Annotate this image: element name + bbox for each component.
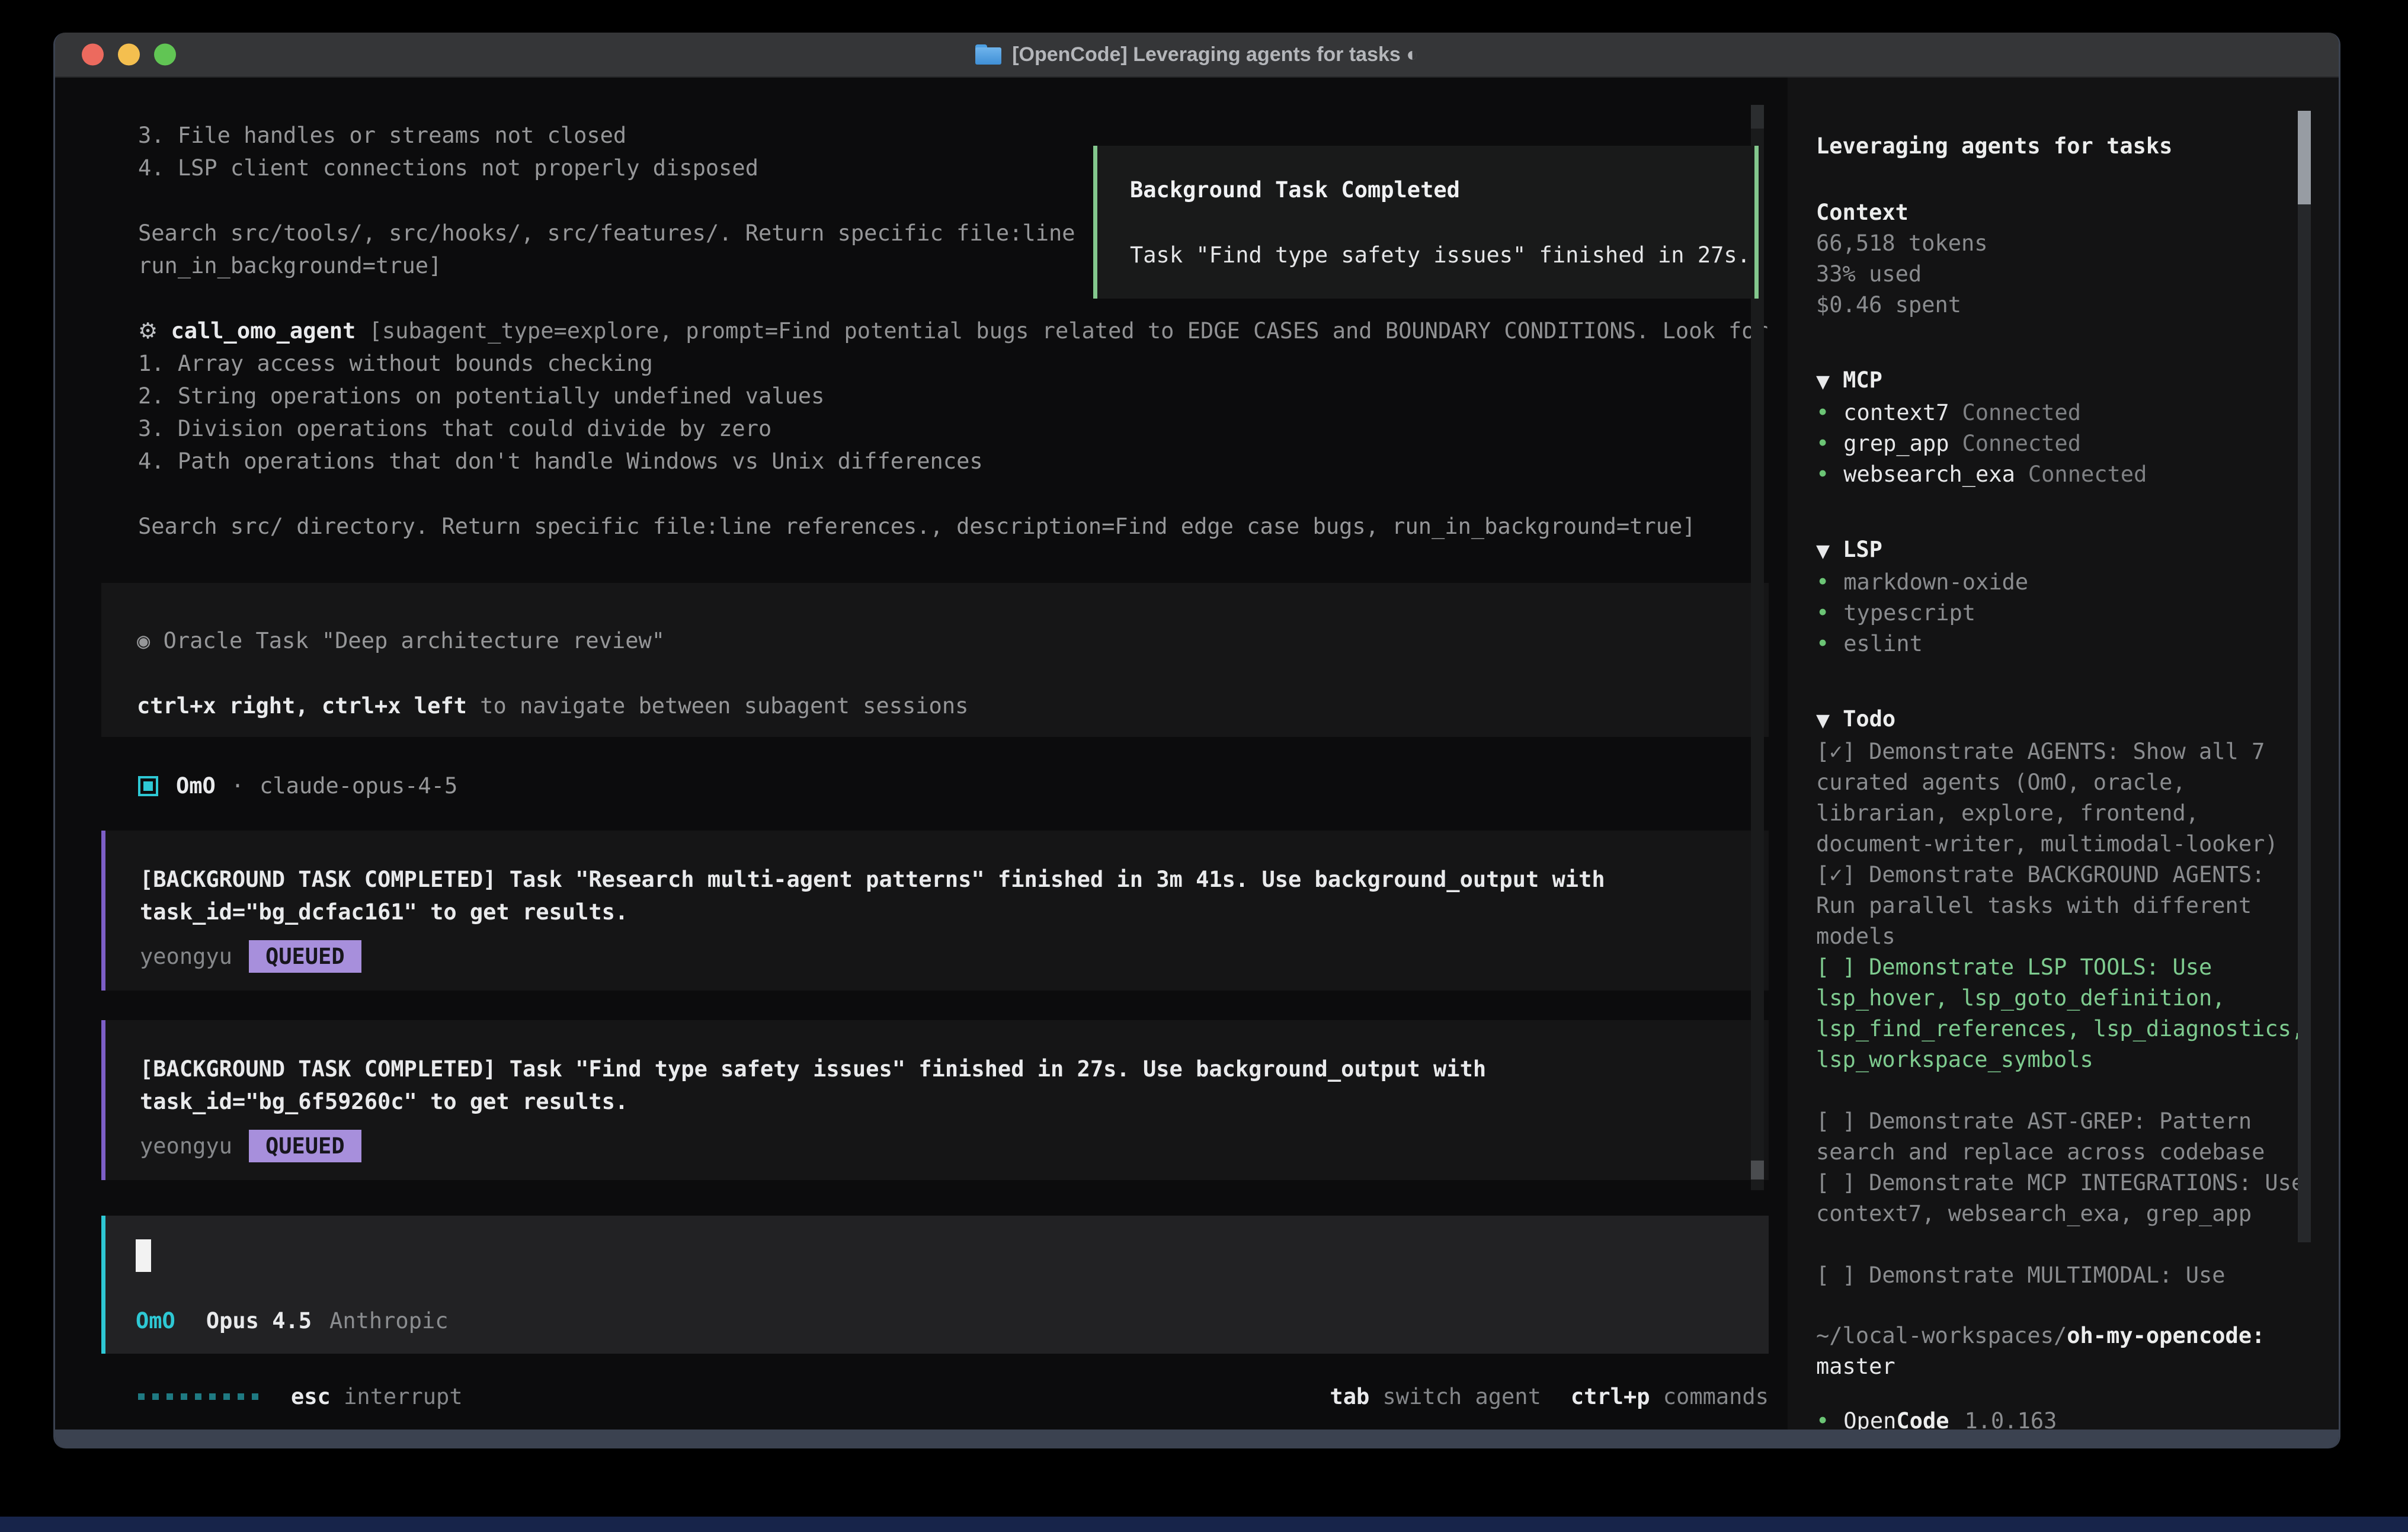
message-line: task_id="bg_6f59260c" to get results. <box>140 1085 1733 1118</box>
message-line: task_id="bg_dcfac161" to get results. <box>140 896 1733 928</box>
sidebar-scrollbar[interactable] <box>2298 111 2311 1242</box>
todo-item: [ ] Demonstrate LSP TOOLS: Use lsp_hover… <box>1816 952 2311 1075</box>
status-bar: esc interrupt tab switch agent ctrl+p co… <box>101 1380 1769 1413</box>
session-sidebar: Leveraging agents for tasks Context 66,5… <box>1788 78 2339 1430</box>
status-dot-icon: • <box>1816 567 1829 598</box>
queued-badge: QUEUED <box>249 1130 361 1162</box>
status-dot-icon: • <box>1816 428 1829 459</box>
status-dot-icon: • <box>1816 629 1829 659</box>
chevron-down-icon: ▼ <box>1816 371 1830 392</box>
mcp-header[interactable]: ▼MCP <box>1816 365 2311 398</box>
todo-item: [✓] Demonstrate AGENTS: Show all 7 curat… <box>1816 736 2311 860</box>
mcp-item: • grep_app Connected <box>1816 428 2311 459</box>
title-bar: [OpenCode] Leveraging agents for tasks ◐ <box>55 33 2339 78</box>
git-branch: master <box>1816 1354 1895 1379</box>
background-task-message: [BACKGROUND TASK COMPLETED] Task "Resear… <box>101 831 1769 991</box>
context-used: 33% used <box>1816 259 2311 290</box>
message-line: [BACKGROUND TASK COMPLETED] Task "Resear… <box>140 863 1733 896</box>
background-task-message: [BACKGROUND TASK COMPLETED] Task "Find t… <box>101 1020 1769 1180</box>
tab-hint: tab switch agent <box>1330 1380 1541 1413</box>
input-agent-name: OmO <box>136 1305 175 1337</box>
todo-header[interactable]: ▼Todo <box>1816 704 2311 736</box>
close-button[interactable] <box>82 44 104 66</box>
chevron-down-icon: ▼ <box>1816 710 1830 731</box>
lsp-item: • markdown-oxide <box>1816 567 2311 598</box>
agent-checkbox-icon <box>138 776 158 796</box>
mcp-item: • context7 Connected <box>1816 398 2311 428</box>
message-author: yeongyu <box>140 1130 232 1162</box>
agent-name: OmO <box>176 770 216 802</box>
toast-title: Background Task Completed <box>1130 174 1731 206</box>
main-scrollbar-segment <box>1751 105 1764 129</box>
status-dot-icon: • <box>1816 398 1829 428</box>
bug-list-item: 4. Path operations that don't handle Win… <box>101 445 1769 477</box>
input-provider-name: Anthropic <box>329 1305 448 1337</box>
version-number: 1.0.163 <box>1965 1406 2057 1430</box>
todo-item: [ ] Demonstrate MCP INTEGRATIONS: Use co… <box>1816 1168 2311 1229</box>
background-task-toast: Background Task Completed Task "Find typ… <box>1093 146 1759 299</box>
oracle-task-line: ◉ Oracle Task "Deep architecture review" <box>137 624 1733 657</box>
minimize-button[interactable] <box>118 44 140 66</box>
sidebar-scrollbar-thumb[interactable] <box>2298 111 2311 204</box>
version-row: • OpenCode 1.0.163 <box>1816 1406 2311 1430</box>
toast-body: Task "Find type safety issues" finished … <box>1130 239 1731 271</box>
todo-item: [ ] Demonstrate MULTIMODAL: Use <box>1816 1260 2311 1291</box>
input-model-name: Opus 4.5 <box>206 1305 312 1337</box>
mcp-section: ▼MCP • context7 Connected • grep_app Con… <box>1816 365 2311 490</box>
oracle-task-panel: ◉ Oracle Task "Deep architecture review"… <box>101 583 1769 737</box>
context-spent: $0.46 spent <box>1816 290 2311 320</box>
opencode-window: [OpenCode] Leveraging agents for tasks ◐… <box>53 33 2340 1448</box>
dot-separator: · <box>231 770 244 802</box>
status-dot-icon: • <box>1816 459 1829 490</box>
workspace-path: ~/local-workspaces/oh-my-opencode: maste… <box>1816 1321 2311 1382</box>
folder-icon <box>975 44 1001 65</box>
prompt-input[interactable]: OmO Opus 4.5 Anthropic <box>101 1216 1769 1354</box>
bug-list-item: 2. String operations on potentially unde… <box>101 380 1769 412</box>
message-author: yeongyu <box>140 940 232 973</box>
desktop-background-strip <box>0 1517 2408 1532</box>
working-spinner-dots <box>138 1393 258 1400</box>
bug-list-item: 3. Division operations that could divide… <box>101 412 1769 445</box>
chevron-down-icon: ▼ <box>1816 541 1830 562</box>
tool-name: call_omo_agent <box>171 318 356 344</box>
mcp-item: • websearch_exa Connected <box>1816 459 2311 490</box>
bullseye-icon: ◉ <box>137 628 150 653</box>
context-header: Context <box>1816 197 2311 228</box>
session-title: Leveraging agents for tasks <box>1816 131 2311 162</box>
title-group: [OpenCode] Leveraging agents for tasks ◐ <box>975 43 1418 66</box>
window-bottom-edge <box>55 1430 2339 1448</box>
lsp-item: • eslint <box>1816 629 2311 659</box>
lsp-item: • typescript <box>1816 598 2311 629</box>
tool-args: [subagent_type=explore, prompt=Find pote… <box>356 318 1768 344</box>
agent-model: claude-opus-4-5 <box>260 770 457 802</box>
commands-hint: ctrl+p commands <box>1571 1380 1769 1413</box>
subagent-nav-hint: ctrl+x right, ctrl+x left to navigate be… <box>137 690 1733 722</box>
status-dot-icon: • <box>1816 598 1829 629</box>
output-line: Search src/ directory. Return specific f… <box>101 510 1769 543</box>
context-section: Context 66,518 tokens 33% used $0.46 spe… <box>1816 197 2311 320</box>
agent-session-row[interactable]: OmO · claude-opus-4-5 <box>101 770 1769 802</box>
gear-icon: ⚙ <box>138 318 158 344</box>
esc-hint: esc interrupt <box>291 1380 463 1413</box>
window-title: [OpenCode] Leveraging agents for tasks ◐ <box>1012 43 1418 66</box>
tool-call-line: ⚙ call_omo_agent [subagent_type=explore,… <box>101 315 1769 347</box>
traffic-lights <box>82 44 176 66</box>
zoom-button[interactable] <box>154 44 176 66</box>
todo-item: [✓] Demonstrate BACKGROUND AGENTS: Run p… <box>1816 860 2311 952</box>
queued-badge: QUEUED <box>249 940 361 973</box>
todo-section: ▼Todo [✓] Demonstrate AGENTS: Show all 7… <box>1816 704 2311 1291</box>
lsp-header[interactable]: ▼LSP <box>1816 534 2311 567</box>
main-scrollbar-thumb[interactable] <box>1751 1161 1764 1180</box>
terminal-main-pane: 3. File handles or streams not closed 4.… <box>55 78 1788 1430</box>
text-cursor <box>136 1239 151 1272</box>
todo-item: [ ] Demonstrate AST-GREP: Pattern search… <box>1816 1106 2311 1168</box>
lsp-section: ▼LSP • markdown-oxide • typescript • esl… <box>1816 534 2311 659</box>
bug-list-item: 1. Array access without bounds checking <box>101 347 1769 380</box>
message-line: [BACKGROUND TASK COMPLETED] Task "Find t… <box>140 1053 1733 1085</box>
status-dot-icon: • <box>1816 1406 1829 1430</box>
context-tokens: 66,518 tokens <box>1816 228 2311 259</box>
